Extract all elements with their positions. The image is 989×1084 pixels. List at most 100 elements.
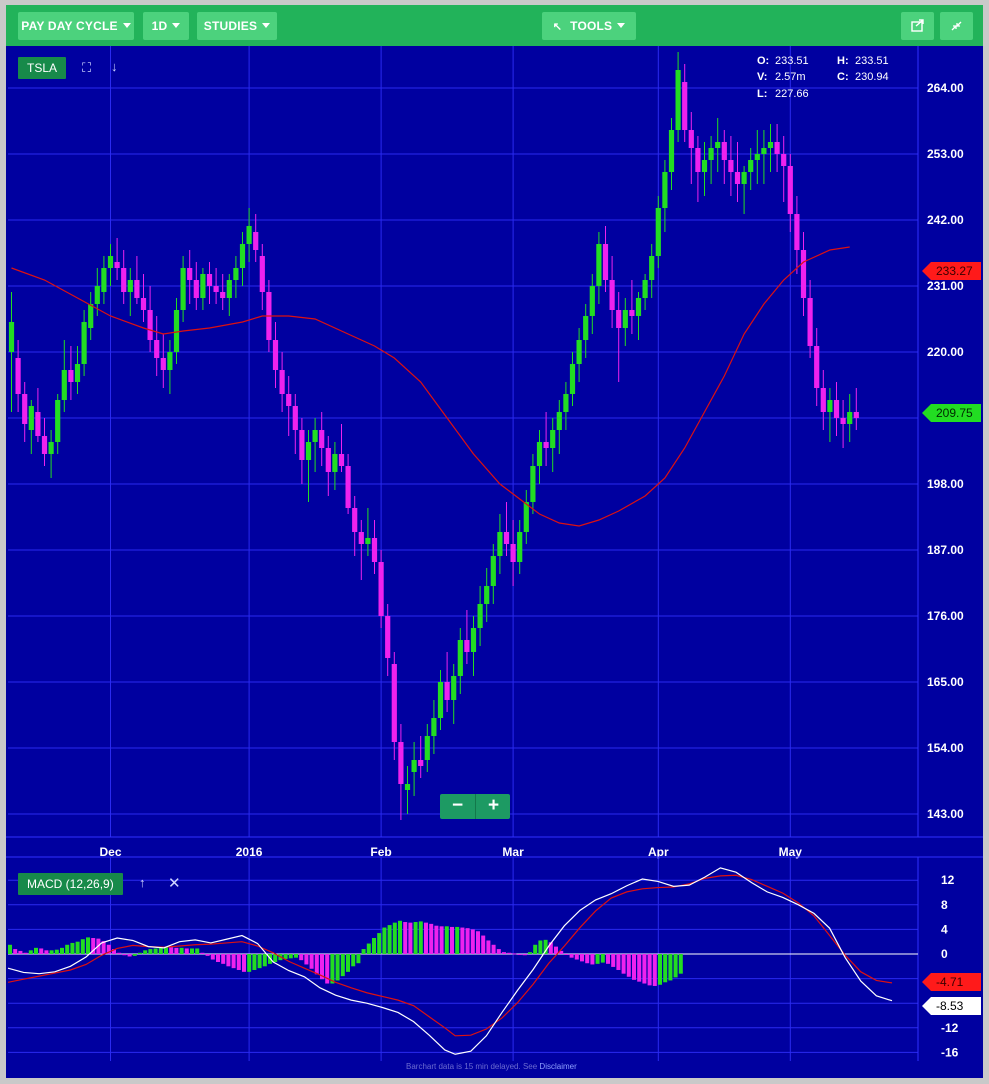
symbol-badge[interactable]: TSLA [18, 57, 67, 79]
histogram-bar [377, 933, 382, 954]
candle-body [8, 322, 15, 352]
histogram-bar [439, 926, 444, 954]
histogram-bar [330, 954, 335, 984]
disclaimer-link[interactable]: Disclaimer [539, 1062, 576, 1071]
candle-body [642, 280, 648, 298]
candle-body [193, 280, 199, 298]
candle-body [279, 370, 285, 394]
high-value: 233.51 [855, 55, 889, 67]
histogram-bar [460, 927, 465, 954]
zoom-in-button[interactable]: + [475, 794, 511, 819]
chart-canvas[interactable]: 143.00 154.00 165.00 176.00 187.00 198.00 220.… [6, 5, 983, 1078]
candle-body [602, 244, 609, 280]
histogram-bar [476, 931, 480, 954]
histogram-bar [424, 922, 428, 954]
histogram-bar [127, 954, 132, 957]
candle-body [543, 442, 549, 448]
sma-value-label: 233.27 [936, 264, 973, 278]
candle-body [431, 718, 437, 736]
fullscreen-icon[interactable]: ⛶ [82, 60, 91, 76]
histogram-bar [580, 954, 584, 962]
histogram-bar [184, 948, 189, 954]
histogram-bar [8, 944, 12, 954]
candle-body [781, 154, 787, 166]
histogram-bar [299, 954, 304, 961]
candle-body [127, 280, 133, 292]
candle-body [569, 364, 576, 394]
candle-body [292, 406, 298, 430]
histogram-bar [481, 935, 486, 954]
histogram-bar [652, 954, 657, 986]
candle-body [220, 292, 226, 298]
histogram-bar [216, 954, 220, 962]
candle-body [688, 130, 694, 148]
candle-body [226, 280, 232, 298]
candle-body [668, 130, 675, 172]
macd-badge[interactable]: MACD (12,26,9) [18, 873, 123, 895]
candle-body [154, 340, 160, 358]
histogram-bar [340, 954, 345, 977]
candle-body [213, 286, 219, 292]
candle-body [41, 436, 48, 454]
candle-body [101, 268, 107, 292]
candle-body [81, 322, 87, 364]
candle-body [767, 142, 774, 148]
y-tick-label: 264.00 [927, 81, 964, 95]
histogram-bar [366, 943, 371, 954]
candle-body [424, 736, 430, 760]
histogram-bar [169, 947, 174, 954]
candle-body [701, 160, 708, 172]
histogram-bar [590, 954, 595, 965]
candle-body [774, 142, 780, 154]
candle-body [411, 760, 417, 772]
histogram-bar [632, 954, 636, 980]
candle-body [477, 604, 483, 628]
candle-body [649, 256, 655, 280]
candle-body [173, 310, 180, 352]
candle-body [404, 784, 411, 790]
candle-body [761, 148, 767, 154]
move-up-icon[interactable]: ↑ [139, 875, 146, 890]
histogram-bar [122, 954, 127, 956]
candle-body [88, 304, 94, 328]
histogram-bar [242, 954, 246, 972]
histogram-bar [418, 921, 423, 954]
histogram-bar [491, 944, 496, 954]
candle-body [121, 268, 127, 292]
high-label: H: [837, 55, 849, 67]
histogram-bar [512, 953, 517, 955]
y-tick-label: 220.00 [927, 345, 964, 359]
candle-body [800, 250, 807, 298]
arrow-down-icon[interactable]: ↓ [111, 59, 118, 74]
footer-note: Barchart data is 15 min delayed. See Dis… [406, 1062, 577, 1071]
histogram-bar [673, 954, 678, 978]
close-value: 230.94 [855, 71, 889, 83]
candle-body [728, 160, 734, 172]
candle-body [391, 664, 397, 742]
histogram-bar [403, 922, 408, 954]
candle-body [536, 442, 543, 466]
candle-body [187, 268, 193, 280]
histogram-bar [538, 940, 543, 954]
histogram-bar [387, 925, 392, 954]
histogram-bar [39, 948, 44, 954]
histogram-bar [294, 954, 298, 958]
candle-body [616, 310, 622, 328]
histogram-bar [528, 952, 532, 954]
candle-body [272, 340, 279, 370]
macd-y-tick-label: 0 [941, 947, 948, 961]
candle-body [622, 310, 628, 328]
histogram-bar [60, 947, 64, 954]
candle-body [827, 400, 833, 412]
close-icon[interactable]: ✕ [168, 874, 181, 892]
histogram-bar [595, 954, 600, 964]
histogram-bar [153, 948, 158, 954]
y-tick-label: 154.00 [927, 741, 964, 755]
zoom-out-button[interactable]: − [440, 794, 475, 819]
candle-body [523, 502, 529, 532]
histogram-bar [408, 922, 413, 954]
close-label: C: [837, 71, 849, 83]
histogram-bar [429, 923, 434, 954]
candle-body [490, 556, 496, 586]
histogram-bar [65, 944, 70, 954]
